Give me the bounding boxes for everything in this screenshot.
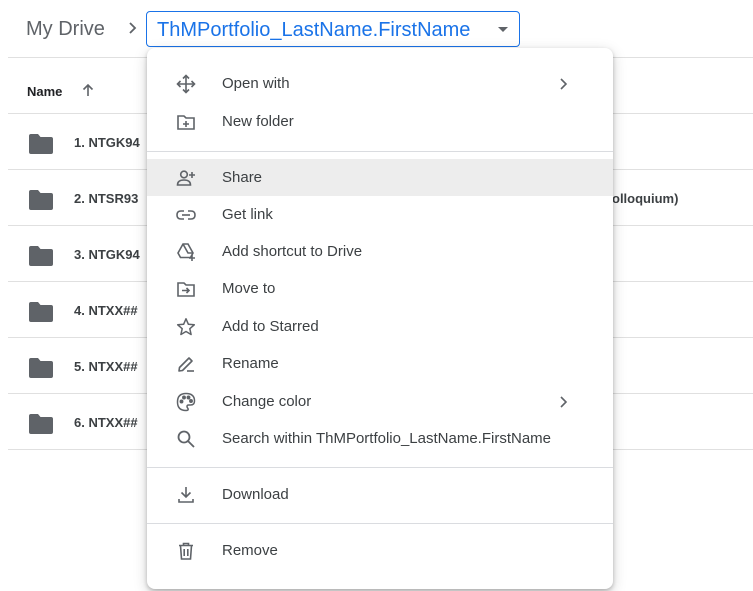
menu-item-label: New folder [222,113,294,130]
link-icon [176,205,196,225]
menu-item-rename[interactable]: Rename [147,345,613,382]
menu-item-label: Get link [222,206,273,223]
menu-divider [147,467,613,468]
column-header-name[interactable]: Name [27,84,62,99]
menu-item-label: Move to [222,280,276,297]
menu-item-get-link[interactable]: Get link [147,196,613,233]
pencil-icon [176,354,196,374]
menu-item-label: Change color [222,393,312,410]
menu-item-label: Remove [222,542,278,559]
drive-shortcut-icon [176,242,196,262]
palette-icon [176,392,196,412]
chevron-right-icon [557,395,569,409]
chevron-right-icon [124,20,140,36]
folder-icon [28,358,54,378]
menu-item-search-within[interactable]: Search within ThMPortfolio_LastName.Firs… [147,420,613,457]
folder-icon [28,134,54,154]
folder-name: 3. NTGK94 [74,247,140,262]
menu-item-change-color[interactable]: Change color [147,383,613,420]
menu-item-share[interactable]: Share [147,159,613,196]
menu-item-label: Share [222,169,263,186]
breadcrumb-current-folder-button[interactable]: ThMPortfolio_LastName.FirstName [146,11,520,47]
menu-item-label: Add shortcut to Drive [222,243,363,260]
folder-name: 1. NTGK94 [74,135,140,150]
folder-icon [28,190,54,210]
menu-item-label: Rename [222,355,279,372]
star-icon [176,317,196,337]
menu-item-move-to[interactable]: Move to [147,270,613,307]
search-icon [176,429,196,449]
trash-icon [176,541,196,561]
menu-item-download[interactable]: Download [147,476,613,513]
menu-item-open-with[interactable]: Open with [147,65,613,102]
row-detail: olloquium) [612,191,679,206]
folder-name: 6. NTXX## [74,415,138,430]
menu-item-label: Add to Starred [222,318,319,335]
move-arrows-icon [176,74,196,94]
move-to-folder-icon [176,279,196,299]
new-folder-icon [176,112,196,132]
menu-divider [147,151,613,152]
menu-item-add-shortcut[interactable]: Add shortcut to Drive [147,233,613,270]
menu-item-label: Open with [222,75,290,92]
breadcrumb-my-drive[interactable]: My Drive [26,17,105,41]
menu-item-add-starred[interactable]: Add to Starred [147,308,613,345]
folder-icon [28,302,54,322]
breadcrumb-current-folder-label: ThMPortfolio_LastName.FirstName [157,19,471,41]
folder-name: 5. NTXX## [74,359,138,374]
chevron-right-icon [557,77,569,91]
sort-arrow-up-icon[interactable] [80,82,96,98]
download-icon [176,485,196,505]
menu-item-label: Search within ThMPortfolio_LastName.Firs… [222,430,552,447]
context-menu: Open with New folder Share Get link Add … [147,48,613,589]
folder-icon [28,246,54,266]
add-person-icon [176,168,196,188]
folder-name: 4. NTXX## [74,303,138,318]
folder-name: 2. NTSR93 [74,191,139,206]
folder-icon [28,414,54,434]
menu-divider [147,523,613,524]
caret-down-icon [498,27,508,32]
menu-item-new-folder[interactable]: New folder [147,103,613,140]
menu-item-label: Download [222,486,289,503]
menu-item-remove[interactable]: Remove [147,532,613,569]
